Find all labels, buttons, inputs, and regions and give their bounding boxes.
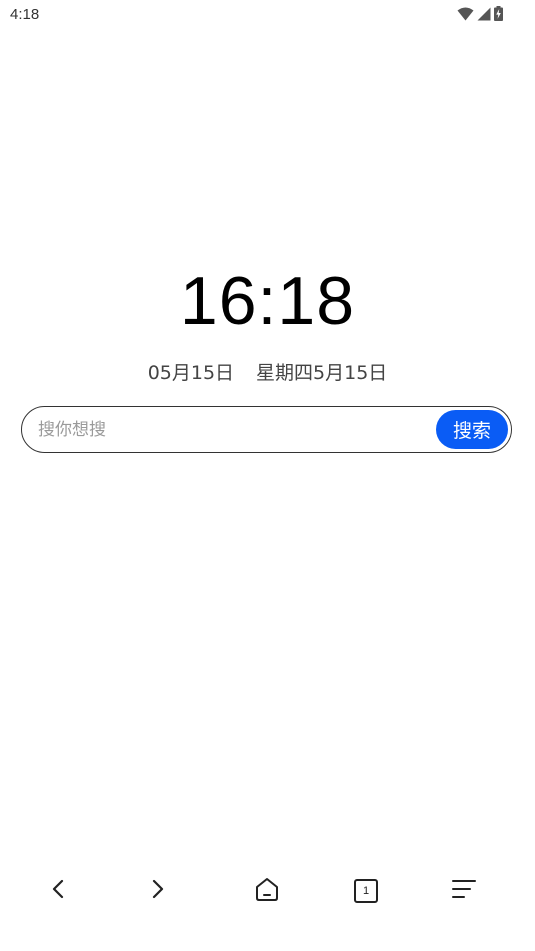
- menu-button[interactable]: [442, 866, 486, 916]
- tab-count: 1: [362, 885, 370, 897]
- status-time: 4:18: [10, 6, 40, 23]
- forward-arrow-icon: [145, 877, 169, 905]
- clock-display: 16:18: [179, 263, 356, 339]
- search-input[interactable]: [38, 407, 428, 452]
- search-box: 搜索: [21, 406, 512, 453]
- menu-icon: [451, 878, 477, 904]
- back-button[interactable]: [37, 866, 81, 916]
- status-bar: 4:18: [0, 0, 535, 28]
- solar-date: 05月15日: [147, 362, 235, 384]
- status-icons: [457, 6, 503, 25]
- tabs-icon: 1: [354, 879, 378, 903]
- bottom-nav-bar: 1: [0, 866, 535, 916]
- weekday-lunar-date: 星期四5月15日: [256, 362, 388, 384]
- back-arrow-icon: [47, 877, 71, 905]
- home-icon: [254, 876, 280, 906]
- signal-icon: [477, 6, 491, 25]
- battery-charging-icon: [494, 6, 503, 25]
- tabs-button[interactable]: 1: [344, 866, 388, 916]
- home-button[interactable]: [245, 866, 289, 916]
- wifi-icon: [457, 6, 474, 25]
- date-row: 05月15日 星期四5月15日: [0, 358, 535, 385]
- search-button[interactable]: 搜索: [436, 410, 508, 449]
- forward-button[interactable]: [135, 866, 179, 916]
